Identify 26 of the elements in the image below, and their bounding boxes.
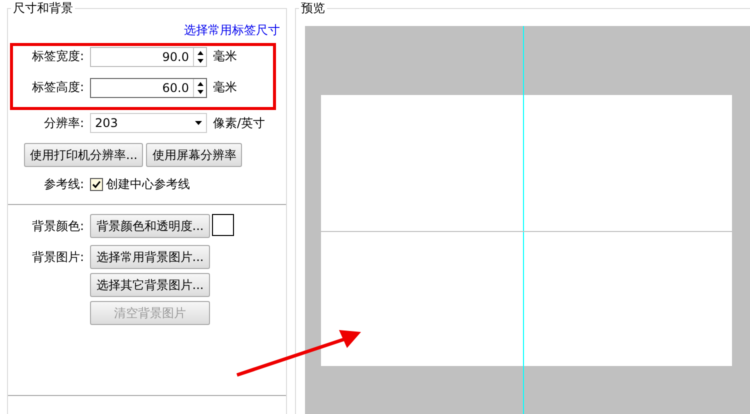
field-label: 标签高度: [30, 79, 84, 96]
unit-label: 像素/英寸 [213, 114, 266, 132]
resolution-button[interactable]: 使用打印机分辨率... [24, 143, 144, 167]
field-label: 背景颜色: [30, 218, 84, 234]
resolution-button[interactable]: 使用屏幕分辨率 [146, 143, 242, 167]
spinner-icon[interactable] [193, 48, 206, 66]
field-label: 参考线: [42, 176, 84, 192]
section-title: 尺寸和背景 [11, 0, 75, 16]
field-label: 背景图片: [30, 249, 84, 266]
color-swatch[interactable] [212, 214, 234, 236]
unit-label: 毫米 [213, 79, 237, 96]
number-field[interactable]: 60.0 [90, 78, 207, 98]
image-button[interactable]: 选择其它背景图片... [90, 273, 210, 297]
dropdown-arrow-icon[interactable] [195, 121, 202, 125]
field-label: 标签宽度: [30, 48, 84, 65]
spinner-icon[interactable] [193, 78, 206, 96]
preset-size-link[interactable]: 选择常用标签尺寸 [184, 22, 280, 38]
checkbox-label: 创建中心参考线 [106, 176, 190, 192]
number-field[interactable]: 90.0 [90, 46, 207, 66]
section-title: 预览 [299, 0, 327, 16]
color-button[interactable]: 背景颜色和透明度... [90, 214, 210, 238]
image-button[interactable]: 选择常用背景图片... [90, 245, 210, 269]
unit-label: 毫米 [213, 48, 237, 65]
resolution-dropdown[interactable]: 203 [90, 113, 207, 133]
checkbox[interactable] [90, 178, 103, 190]
field-label: 分辨率: [42, 114, 84, 132]
